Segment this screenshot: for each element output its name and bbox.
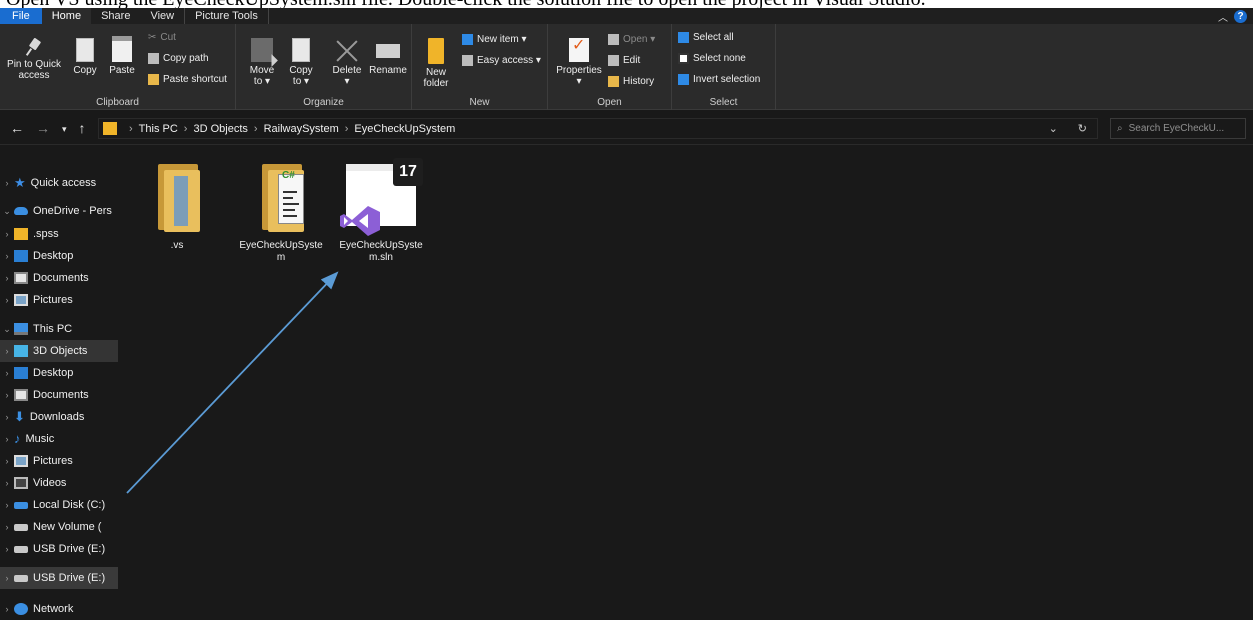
file-explorer-window: File Home Share View Picture Tools ︿ ? P… <box>0 8 1253 620</box>
annotation-arrow <box>126 271 339 494</box>
